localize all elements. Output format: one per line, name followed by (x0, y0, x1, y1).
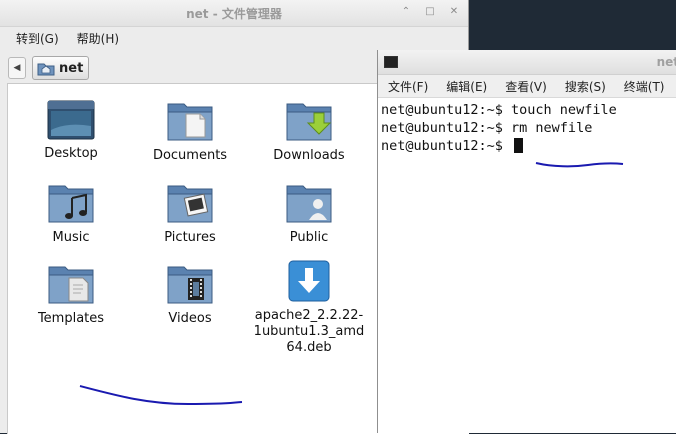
terminal-line: net@ubuntu12:~$ rm newfile (381, 120, 593, 136)
file-item-label: Desktop (44, 146, 98, 161)
file-manager-titlebar[interactable]: net - 文件管理器 ⌃ □ ✕ (0, 0, 468, 27)
terminal-cursor (514, 138, 524, 153)
music-folder-icon (48, 185, 94, 223)
public-folder-icon (286, 185, 332, 223)
file-item-label: Documents (152, 148, 228, 163)
menu-edit[interactable]: 编辑(E) (446, 78, 487, 95)
file-item-pictures[interactable]: Pictures (130, 182, 250, 246)
back-button[interactable]: ◀ (8, 57, 26, 79)
file-item-label: Music (52, 230, 90, 245)
downloads-folder-icon (286, 103, 332, 141)
terminal-prompt: net@ubuntu12:~$ (381, 138, 512, 154)
terminal-titlebar[interactable]: net (378, 50, 676, 75)
file-item-label: apache2_2.2.22- 1ubuntu1.3_amd 64.deb (253, 308, 365, 355)
file-item-apache-deb[interactable]: apache2_2.2.22- 1ubuntu1.3_amd 64.deb (249, 260, 369, 356)
close-icon[interactable]: ✕ (448, 6, 460, 18)
pictures-folder-icon (167, 185, 213, 223)
terminal-line: net@ubuntu12:~$ touch newfile (381, 102, 617, 118)
maximize-icon[interactable]: □ (424, 6, 436, 18)
terminal-menubar: 文件(F) 编辑(E) 查看(V) 搜索(S) 终端(T) (378, 75, 676, 98)
menu-file[interactable]: 文件(F) (388, 78, 428, 95)
pen-annotation-stroke (535, 162, 624, 168)
path-button-net[interactable]: net (32, 56, 90, 80)
desktop-icon (47, 100, 95, 140)
terminal-window: net 文件(F) 编辑(E) 查看(V) 搜索(S) 终端(T) net@ub… (377, 50, 676, 433)
file-item-music[interactable]: Music (11, 182, 131, 246)
menu-go[interactable]: 转到(G) (16, 30, 59, 47)
file-item-label: Videos (168, 311, 212, 326)
terminal-output[interactable]: net@ubuntu12:~$ touch newfile net@ubuntu… (378, 98, 676, 155)
templates-folder-icon (48, 266, 94, 304)
file-item-downloads[interactable]: Downloads (249, 100, 369, 164)
menu-terminal[interactable]: 终端(T) (624, 78, 665, 95)
menu-view[interactable]: 查看(V) (505, 78, 547, 95)
menu-help[interactable]: 帮助(H) (77, 30, 119, 47)
file-manager-menubar: 转到(G) 帮助(H) (0, 27, 468, 49)
home-folder-icon (37, 63, 55, 75)
file-item-public[interactable]: Public (249, 182, 369, 246)
pen-annotation-stroke (79, 385, 243, 406)
terminal-prompt-line: net@ubuntu12:~$ (381, 137, 676, 155)
file-item-templates[interactable]: Templates (11, 263, 131, 327)
file-item-documents[interactable]: Documents (130, 100, 250, 164)
file-item-label: Downloads (273, 148, 345, 163)
videos-folder-icon (167, 266, 213, 304)
minimize-icon[interactable]: ⌃ (400, 6, 412, 18)
file-item-videos[interactable]: Videos (130, 263, 250, 327)
file-item-label: Public (289, 230, 329, 245)
file-item-label: Templates (37, 311, 105, 326)
documents-folder-icon (167, 103, 213, 141)
terminal-title: net (656, 55, 676, 69)
menu-search[interactable]: 搜索(S) (565, 78, 606, 95)
terminal-app-icon (384, 56, 398, 68)
file-item-label: Pictures (164, 230, 216, 245)
file-item-desktop[interactable]: Desktop (11, 100, 131, 162)
file-manager-title: net - 文件管理器 (186, 7, 282, 21)
path-label: net (59, 60, 84, 76)
deb-package-icon (288, 260, 330, 302)
